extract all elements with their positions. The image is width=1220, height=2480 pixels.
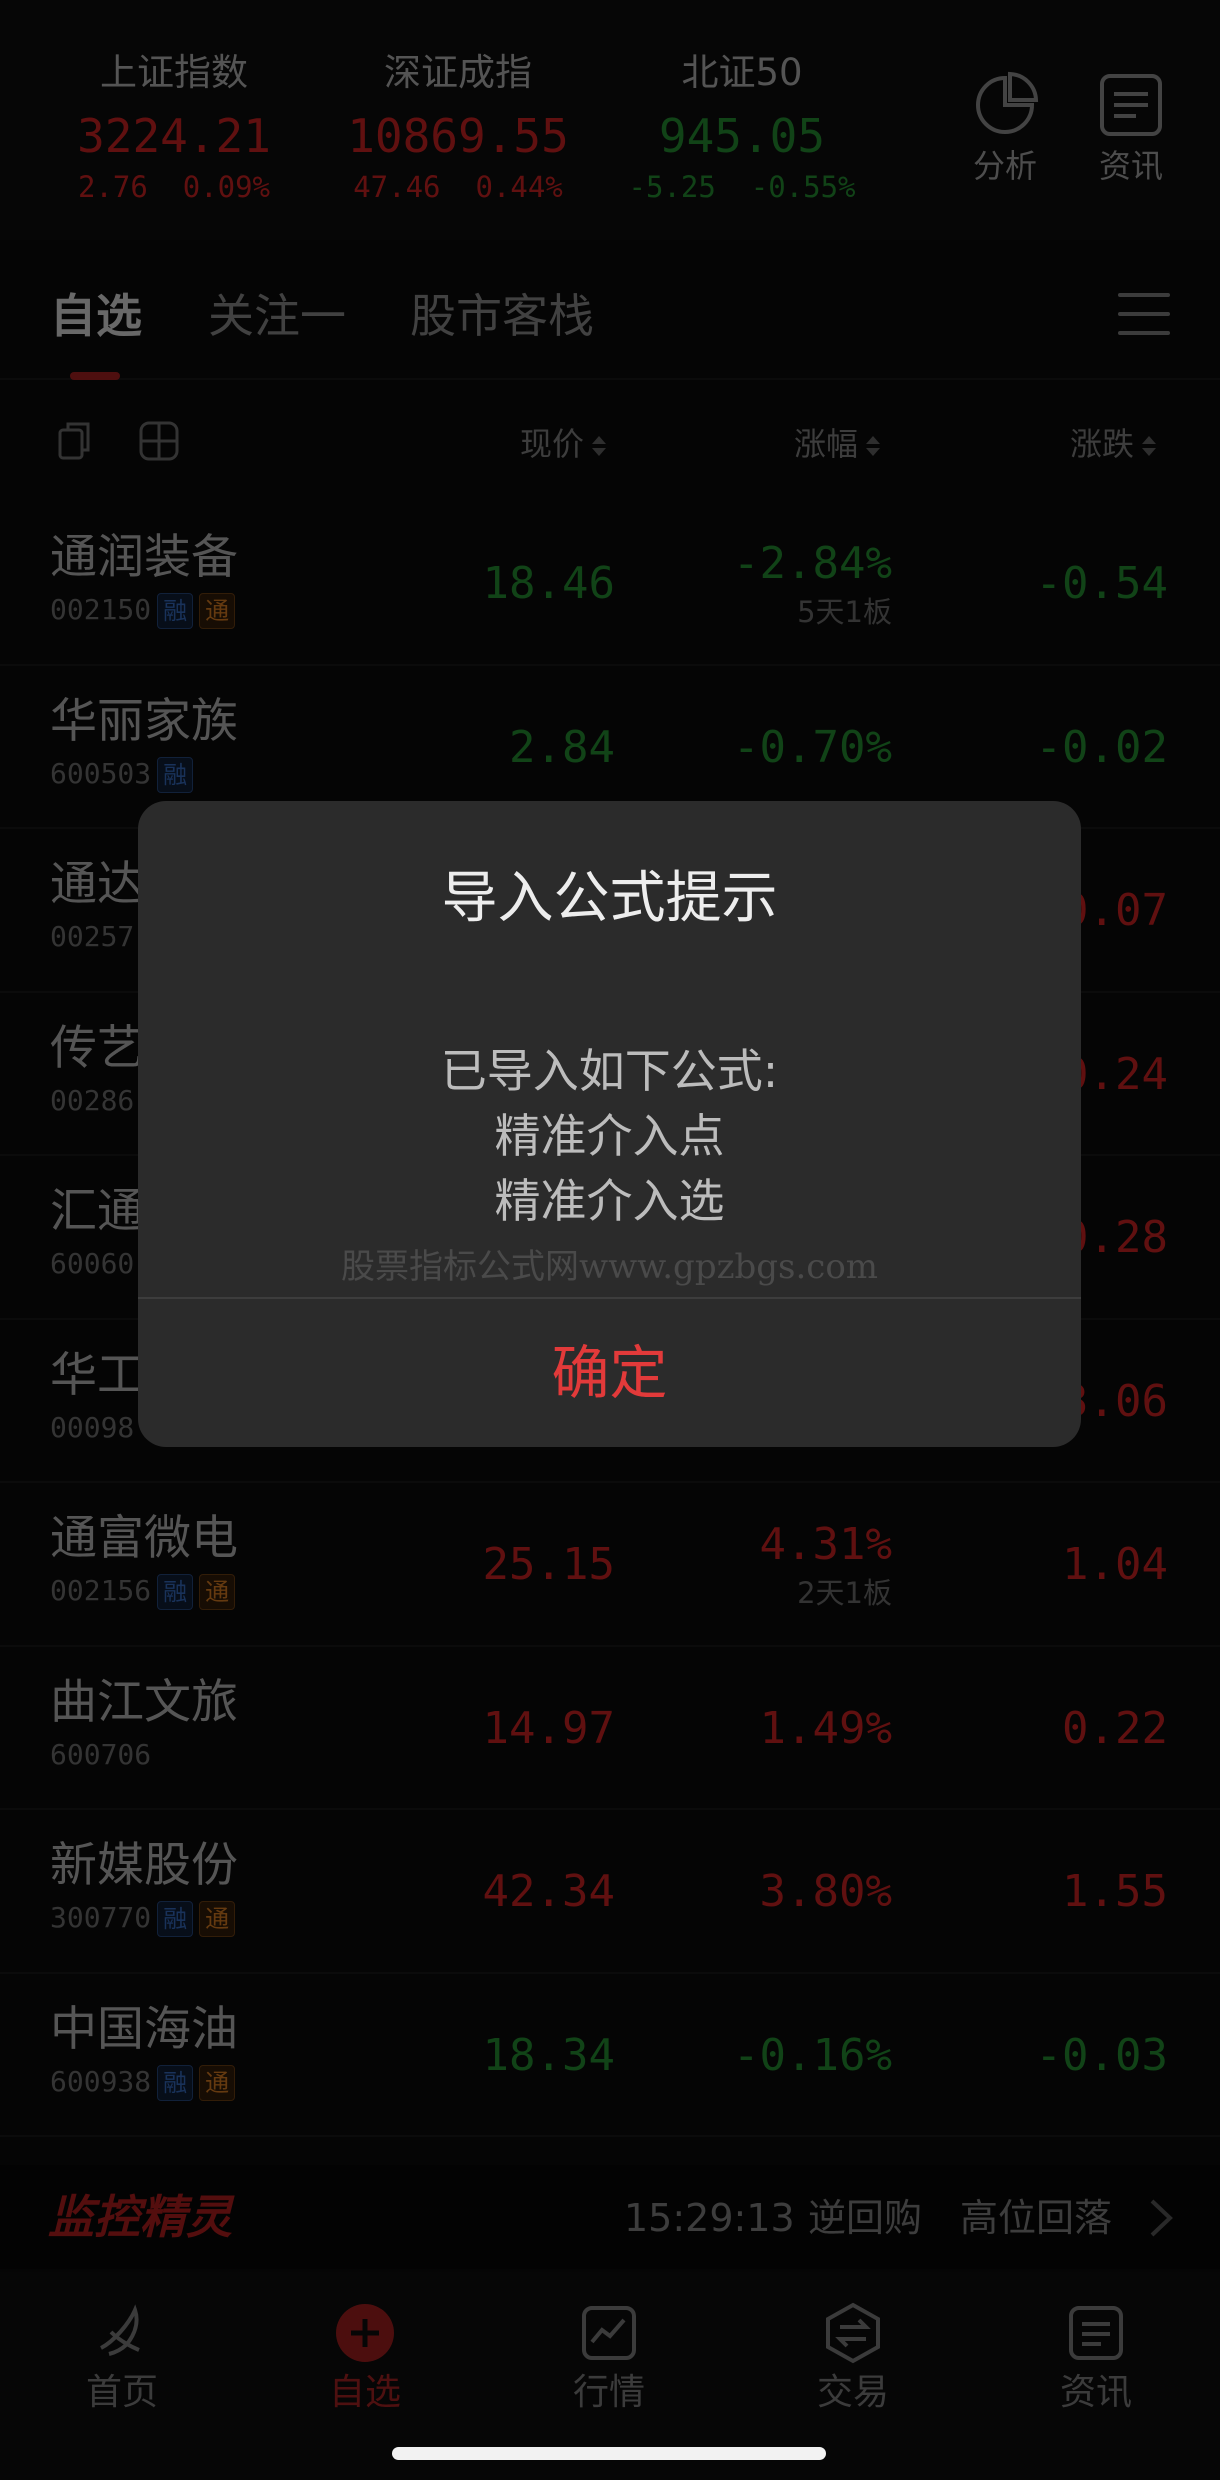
dialog-message-line: 已导入如下公式: <box>440 1044 779 1098</box>
watermark-text: 股票指标公式网www.gpzbgs.com <box>340 1247 879 1287</box>
dialog-message: 已导入如下公式: 精准介入点 精准介入选 <box>138 1039 1081 1234</box>
dialog-message-line: 精准介入选 <box>494 1174 725 1228</box>
confirm-button[interactable]: 确定 <box>138 1299 1081 1447</box>
dialog-title: 导入公式提示 <box>441 866 778 931</box>
home-indicator[interactable] <box>392 2447 826 2460</box>
dialog-message-line: 精准介入点 <box>494 1109 725 1163</box>
watchlist-screen: 上证指数 3224.21 2.76 0.09% 深证成指 10869.55 47… <box>0 0 1220 2480</box>
import-formula-dialog: 导入公式提示 已导入如下公式: 精准介入点 精准介入选 股票指标公式网www.g… <box>138 801 1081 1447</box>
